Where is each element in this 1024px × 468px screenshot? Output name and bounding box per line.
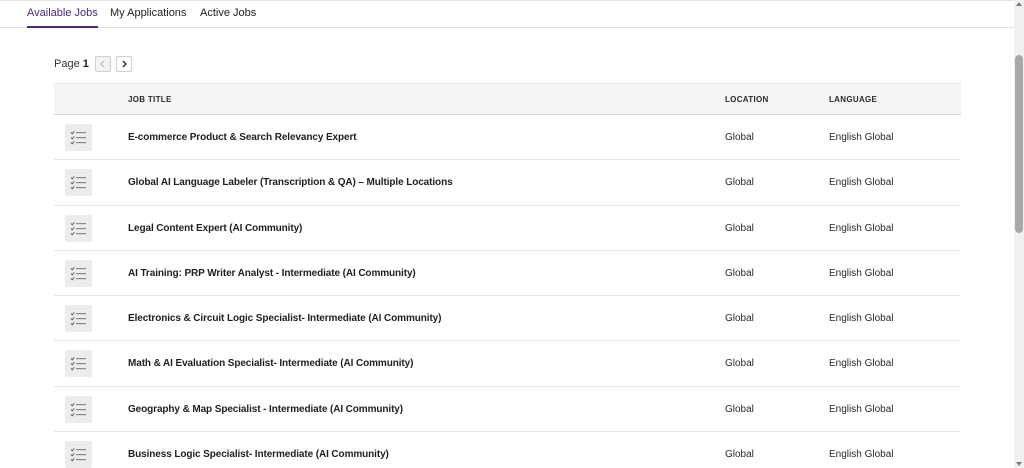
next-page-button[interactable] bbox=[116, 56, 132, 72]
job-language: English Global bbox=[829, 313, 894, 325]
job-location: Global bbox=[725, 313, 754, 325]
tab-my-applications[interactable]: My Applications bbox=[110, 7, 186, 28]
job-language: English Global bbox=[829, 449, 894, 461]
tab-bar: Available Jobs My Applications Active Jo… bbox=[0, 0, 1014, 28]
tab-available-jobs[interactable]: Available Jobs bbox=[27, 7, 98, 28]
column-header-location[interactable]: LOCATION bbox=[725, 95, 769, 104]
scrollbar-thumb[interactable] bbox=[1015, 55, 1023, 233]
checklist-icon bbox=[65, 124, 92, 151]
checklist-icon bbox=[65, 350, 92, 378]
job-language: English Global bbox=[829, 177, 894, 189]
table-row[interactable]: Geography & Map Specialist - Intermediat… bbox=[54, 387, 961, 433]
table-row[interactable]: E-commerce Product & Search Relevancy Ex… bbox=[54, 115, 961, 161]
column-header-job-title[interactable]: JOB TITLE bbox=[128, 95, 172, 104]
job-title[interactable]: Math & AI Evaluation Specialist- Interme… bbox=[128, 358, 413, 369]
job-location: Global bbox=[725, 403, 754, 415]
job-location: Global bbox=[725, 358, 754, 370]
vertical-scrollbar[interactable] bbox=[1014, 0, 1024, 468]
job-location: Global bbox=[725, 222, 754, 234]
checklist-icon bbox=[65, 441, 92, 468]
table-row[interactable]: Math & AI Evaluation Specialist- Interme… bbox=[54, 341, 961, 387]
job-title[interactable]: Electronics & Circuit Logic Specialist- … bbox=[128, 313, 441, 324]
job-location: Global bbox=[725, 449, 754, 461]
job-title[interactable]: E-commerce Product & Search Relevancy Ex… bbox=[128, 132, 357, 143]
table-row[interactable]: Global AI Language Labeler (Transcriptio… bbox=[54, 160, 961, 206]
page-number: 1 bbox=[82, 58, 89, 70]
table-row[interactable]: Legal Content Expert (AI Community) Globa… bbox=[54, 206, 961, 251]
job-title[interactable]: AI Training: PRP Writer Analyst - Interm… bbox=[128, 268, 416, 279]
jobs-table: JOB TITLE LOCATION LANGUAGE E-commerce P… bbox=[54, 83, 961, 468]
main-content: Available Jobs My Applications Active Jo… bbox=[0, 0, 1014, 468]
page: Available Jobs My Applications Active Jo… bbox=[0, 0, 1024, 468]
chevron-left-icon bbox=[100, 60, 105, 68]
table-body: E-commerce Product & Search Relevancy Ex… bbox=[54, 115, 961, 468]
checklist-icon bbox=[65, 259, 92, 287]
job-title[interactable]: Legal Content Expert (AI Community) bbox=[128, 223, 302, 234]
job-title[interactable]: Global AI Language Labeler (Transcriptio… bbox=[128, 177, 453, 188]
pagination: Page 1 bbox=[54, 56, 132, 72]
table-header: JOB TITLE LOCATION LANGUAGE bbox=[54, 83, 961, 115]
job-language: English Global bbox=[829, 222, 894, 234]
job-language: English Global bbox=[829, 132, 894, 143]
tab-active-jobs[interactable]: Active Jobs bbox=[200, 7, 256, 28]
table-row[interactable]: Business Logic Specialist- Intermediate … bbox=[54, 432, 961, 468]
job-location: Global bbox=[725, 177, 754, 189]
checklist-icon bbox=[65, 214, 92, 242]
table-row[interactable]: Electronics & Circuit Logic Specialist- … bbox=[54, 296, 961, 342]
prev-page-button[interactable] bbox=[95, 56, 111, 72]
page-label: Page bbox=[54, 58, 80, 70]
checklist-icon bbox=[65, 395, 92, 423]
job-language: English Global bbox=[829, 358, 894, 370]
job-title[interactable]: Business Logic Specialist- Intermediate … bbox=[128, 449, 389, 460]
scroll-down-icon[interactable] bbox=[1016, 462, 1022, 466]
job-title[interactable]: Geography & Map Specialist - Intermediat… bbox=[128, 404, 403, 415]
table-row[interactable]: AI Training: PRP Writer Analyst - Interm… bbox=[54, 251, 961, 297]
job-location: Global bbox=[725, 132, 754, 143]
chevron-right-icon bbox=[122, 60, 127, 68]
job-language: English Global bbox=[829, 403, 894, 415]
scroll-up-icon[interactable] bbox=[1016, 2, 1022, 6]
job-language: English Global bbox=[829, 267, 894, 279]
column-header-language[interactable]: LANGUAGE bbox=[829, 95, 877, 104]
checklist-icon bbox=[65, 169, 92, 197]
job-location: Global bbox=[725, 267, 754, 279]
checklist-icon bbox=[65, 305, 92, 333]
